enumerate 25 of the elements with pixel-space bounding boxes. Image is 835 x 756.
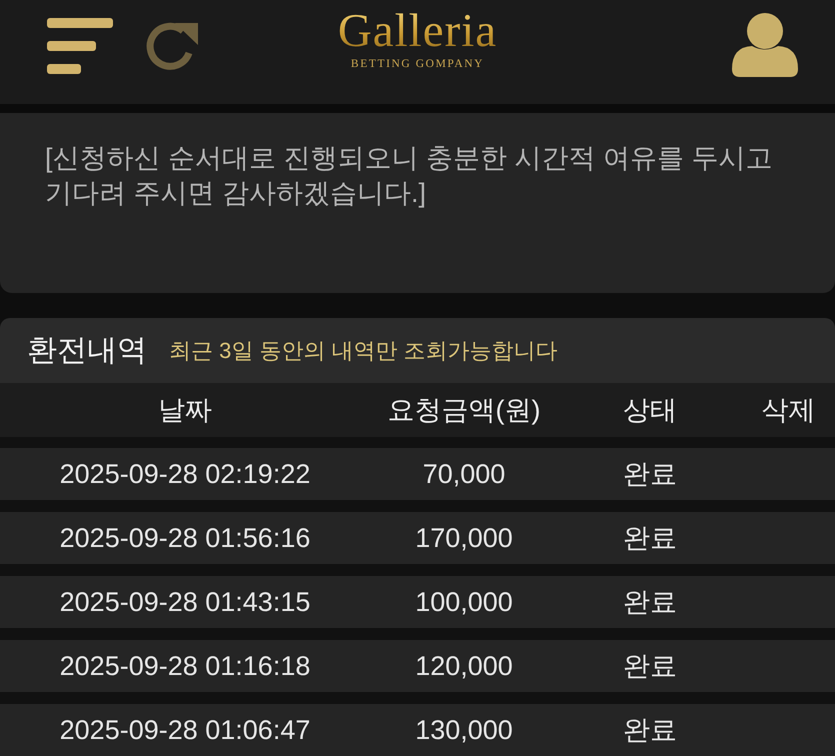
table-cell-text: 완료 bbox=[622, 586, 678, 619]
table-cell-text: 완료 bbox=[622, 458, 678, 491]
table-cell-text: 170,000 bbox=[414, 522, 514, 554]
table-cell-text: 70,000 bbox=[422, 458, 506, 490]
column-header: 날짜 bbox=[157, 394, 213, 427]
table-cell-text: 완료 bbox=[622, 522, 678, 555]
table-cell-text: 2025-09-28 01:56:16 bbox=[58, 522, 312, 554]
section-subtitle: 최근 3일 동안의 내역만 조회가능합니다 bbox=[169, 336, 558, 364]
table-cell-text: 120,000 bbox=[414, 650, 514, 682]
logo-subtitle: BETTING GOMPANY bbox=[350, 57, 484, 71]
user-icon[interactable] bbox=[732, 13, 798, 77]
table-cell-text: 2025-09-28 01:43:15 bbox=[58, 586, 312, 618]
table-cell-text: 2025-09-28 02:19:22 bbox=[58, 458, 312, 490]
menu-icon[interactable] bbox=[47, 18, 113, 74]
table-cell-text: 2025-09-28 01:06:47 bbox=[58, 714, 312, 746]
column-header: 상태 bbox=[622, 394, 678, 427]
section-title: 환전내역 bbox=[27, 333, 147, 369]
table-cell-text: 130,000 bbox=[414, 714, 514, 746]
column-header: 삭제 bbox=[760, 394, 816, 427]
table-cell-text: 2025-09-28 01:16:18 bbox=[58, 650, 312, 682]
notice-text: [신청하신 순서대로 진행되오니 충분한 시간적 여유를 두시고 기다려 주시면 감사하겠습니다.] bbox=[45, 142, 774, 210]
table-cell-text: 완료 bbox=[622, 650, 678, 683]
table-cell-text: 100,000 bbox=[414, 586, 514, 618]
column-header: 요청금액(원) bbox=[386, 394, 542, 427]
table-cell-text: 완료 bbox=[622, 714, 678, 747]
